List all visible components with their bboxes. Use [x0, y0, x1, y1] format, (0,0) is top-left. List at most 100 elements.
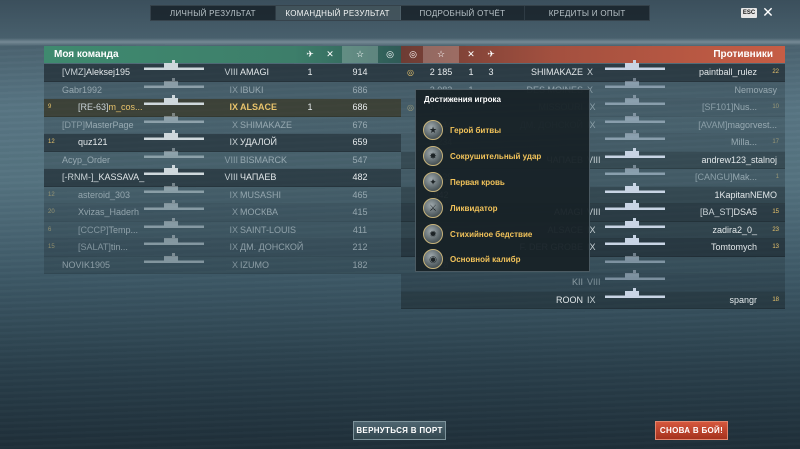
- player-name[interactable]: Acyp_Order: [62, 155, 110, 165]
- enemy-team-title: Противники: [713, 49, 773, 60]
- table-row[interactable]: Acyp_Order VIII BISMARCK 547: [44, 147, 401, 169]
- ship-silhouette: [144, 60, 204, 72]
- ship-silhouette: [144, 77, 204, 90]
- ship-kills-icon-enemy[interactable]: ✕: [461, 46, 481, 63]
- achievement-item: ✸ Сокрушительный удар: [423, 145, 541, 167]
- table-row[interactable]: 12 quz121 IX УДАЛОЙ 659: [44, 130, 401, 152]
- player-name[interactable]: 1KapitanNEMO: [714, 190, 777, 200]
- table-row[interactable]: [DTP]MasterPage X SHIMAKAZE 676: [44, 112, 401, 134]
- score: 914: [352, 67, 368, 77]
- esc-key-hint[interactable]: ESC: [741, 8, 757, 18]
- player-name[interactable]: Nemovasy: [734, 85, 777, 95]
- plane-kills-icon[interactable]: ✈: [300, 46, 320, 63]
- player-name[interactable]: asteroid_303: [78, 190, 130, 200]
- table-row[interactable]: 12 asteroid_303 IX MUSASHI 465: [44, 182, 401, 204]
- score: 182: [352, 259, 368, 270]
- player-name[interactable]: spangr: [729, 295, 757, 305]
- clan-tag: [DTP]: [62, 119, 86, 130]
- ship-tier: IX: [229, 189, 238, 200]
- player-name[interactable]: MasterPage: [85, 120, 134, 130]
- player-name[interactable]: Milla...: [731, 137, 757, 147]
- player-name-cell: [SF101]Nus...: [702, 99, 757, 116]
- player-name-cell: quz121: [78, 134, 108, 151]
- player-name-cell: NOVIK1905: [62, 257, 110, 274]
- ship-name: AMAGI: [240, 67, 270, 77]
- return-to-port-button[interactable]: ВЕРНУТЬСЯ В ПОРТ: [353, 421, 446, 440]
- table-row[interactable]: ROON IX spangr 18: [401, 287, 785, 309]
- ship-tier: IX: [229, 242, 238, 252]
- player-name[interactable]: Aleksej195: [86, 67, 130, 77]
- ship-tier: IX: [229, 102, 238, 112]
- my-team-list: [VMZ]Aleksej195 VIII AMAGI 1 914 Gabr1992 IX IB…: [44, 60, 401, 274]
- player-name[interactable]: paintball_rulez: [699, 67, 757, 77]
- ship-name: SAINT-LOUIS: [240, 224, 297, 235]
- player-name[interactable]: Xvizas_Haderh: [78, 207, 139, 217]
- ship-tier: VIII: [587, 154, 601, 165]
- plane-kills: 3: [488, 67, 494, 77]
- player-name[interactable]: Temp...: [109, 225, 139, 235]
- table-row[interactable]: NOVIK1905 X IZUMO 182: [44, 252, 401, 274]
- player-name[interactable]: zadira2_0_: [712, 225, 757, 235]
- tab-detailed-report[interactable]: ПОДРОБНЫЙ ОТЧЁТ: [401, 6, 526, 20]
- ship-name: МОСКВА: [240, 207, 278, 217]
- ship-silhouette: [144, 235, 204, 247]
- player-name[interactable]: Gabr1992: [62, 85, 102, 95]
- table-row[interactable]: 9 [RE-63]m_cos... IX ALSACE 1 686: [44, 95, 401, 117]
- tab-team-result[interactable]: КОМАНДНЫЙ РЕЗУЛЬТАТ: [275, 6, 401, 20]
- table-row[interactable]: [-RNM-]_KASSAVA_ VIII ЧАПАЕВ 482: [44, 165, 401, 187]
- achievements-medal-icon[interactable]: ◎: [380, 46, 400, 63]
- ship-tier: VIII: [224, 67, 238, 77]
- table-row[interactable]: [VMZ]Aleksej195 VIII AMAGI 1 914: [44, 60, 401, 82]
- table-row[interactable]: 20 Xvizas_Haderh X МОСКВА 415: [44, 200, 401, 222]
- table-row[interactable]: ◎ 2 185 1 3 SHIMAKAZE Xpaintball_rulez 22: [401, 60, 785, 82]
- table-row[interactable]: 6 [СССР]Temp... IX SAINT-LOUIS 411: [44, 217, 401, 239]
- ship-tier: IX: [587, 242, 596, 252]
- service-badge: 9: [48, 104, 52, 110]
- achievement-label: Основной калибр: [450, 254, 521, 264]
- ship-kills: 1: [468, 67, 474, 77]
- plane-kills-icon-enemy[interactable]: ✈: [481, 46, 501, 63]
- ship-silhouette: [605, 287, 665, 300]
- player-name[interactable]: _KASSAVA_: [94, 172, 145, 182]
- player-name[interactable]: NOVIK1905: [62, 260, 110, 270]
- player-name[interactable]: quz121: [78, 137, 108, 147]
- tab-credits-xp[interactable]: КРЕДИТЫ И ОПЫТ: [525, 6, 649, 20]
- ship-silhouette: [605, 77, 665, 90]
- player-name-cell: Gabr1992: [62, 82, 102, 99]
- ship-silhouette: [144, 217, 204, 230]
- player-name[interactable]: m_cos...: [109, 102, 143, 112]
- player-name-cell: [СССР]Temp...: [78, 222, 138, 239]
- player-name[interactable]: magorvest...: [727, 120, 777, 130]
- tab-personal-result[interactable]: ЛИЧНЫЙ РЕЗУЛЬТАТ: [151, 6, 276, 20]
- service-badge: 17: [772, 139, 779, 145]
- battle-again-button[interactable]: СНОВА В БОЙ!: [655, 421, 728, 440]
- player-name[interactable]: Mak...: [732, 172, 757, 182]
- ship-tier: IX: [587, 119, 596, 130]
- ship-tier: IX: [587, 224, 596, 235]
- my-team-header: Моя команда ✈ ✕ ☆ ◎: [44, 46, 401, 63]
- player-name[interactable]: Nus...: [733, 102, 757, 112]
- liquidator-icon: ⚔: [423, 198, 443, 218]
- table-row[interactable]: 15 [SALAT]tin... IX ДМ. ДОНСКОЙ 212: [44, 235, 401, 257]
- ship-tier: X: [231, 207, 238, 217]
- ship-tier: IX: [229, 84, 238, 95]
- service-badge: 10: [772, 104, 779, 110]
- score-star-icon-enemy[interactable]: ☆: [423, 46, 459, 63]
- close-icon[interactable]: ✕: [760, 4, 776, 20]
- table-row[interactable]: Gabr1992 IX IBUKI 686: [44, 77, 401, 99]
- ship-kills-icon[interactable]: ✕: [320, 46, 340, 63]
- table-row[interactable]: KII VIII: [401, 270, 785, 292]
- achievements-medal-icon-enemy[interactable]: ◎: [403, 46, 423, 63]
- player-name[interactable]: andrew123_stalnoj: [701, 155, 777, 165]
- score-star-icon[interactable]: ☆: [342, 46, 378, 63]
- achievements-popup: Достижения игрока ★ Герой битвы ✸ Сокруш…: [415, 89, 590, 272]
- achievement-item: ◉ Основной калибр: [423, 248, 520, 270]
- player-name[interactable]: tin...: [111, 242, 128, 252]
- ship-name: IBUKI: [240, 84, 264, 95]
- score: 415: [352, 207, 368, 217]
- player-name[interactable]: DSA5: [733, 207, 757, 217]
- score: 676: [352, 119, 368, 130]
- ship-silhouette: [605, 130, 665, 142]
- ship-silhouette: [605, 200, 665, 212]
- player-name[interactable]: Tomtomych: [711, 242, 757, 252]
